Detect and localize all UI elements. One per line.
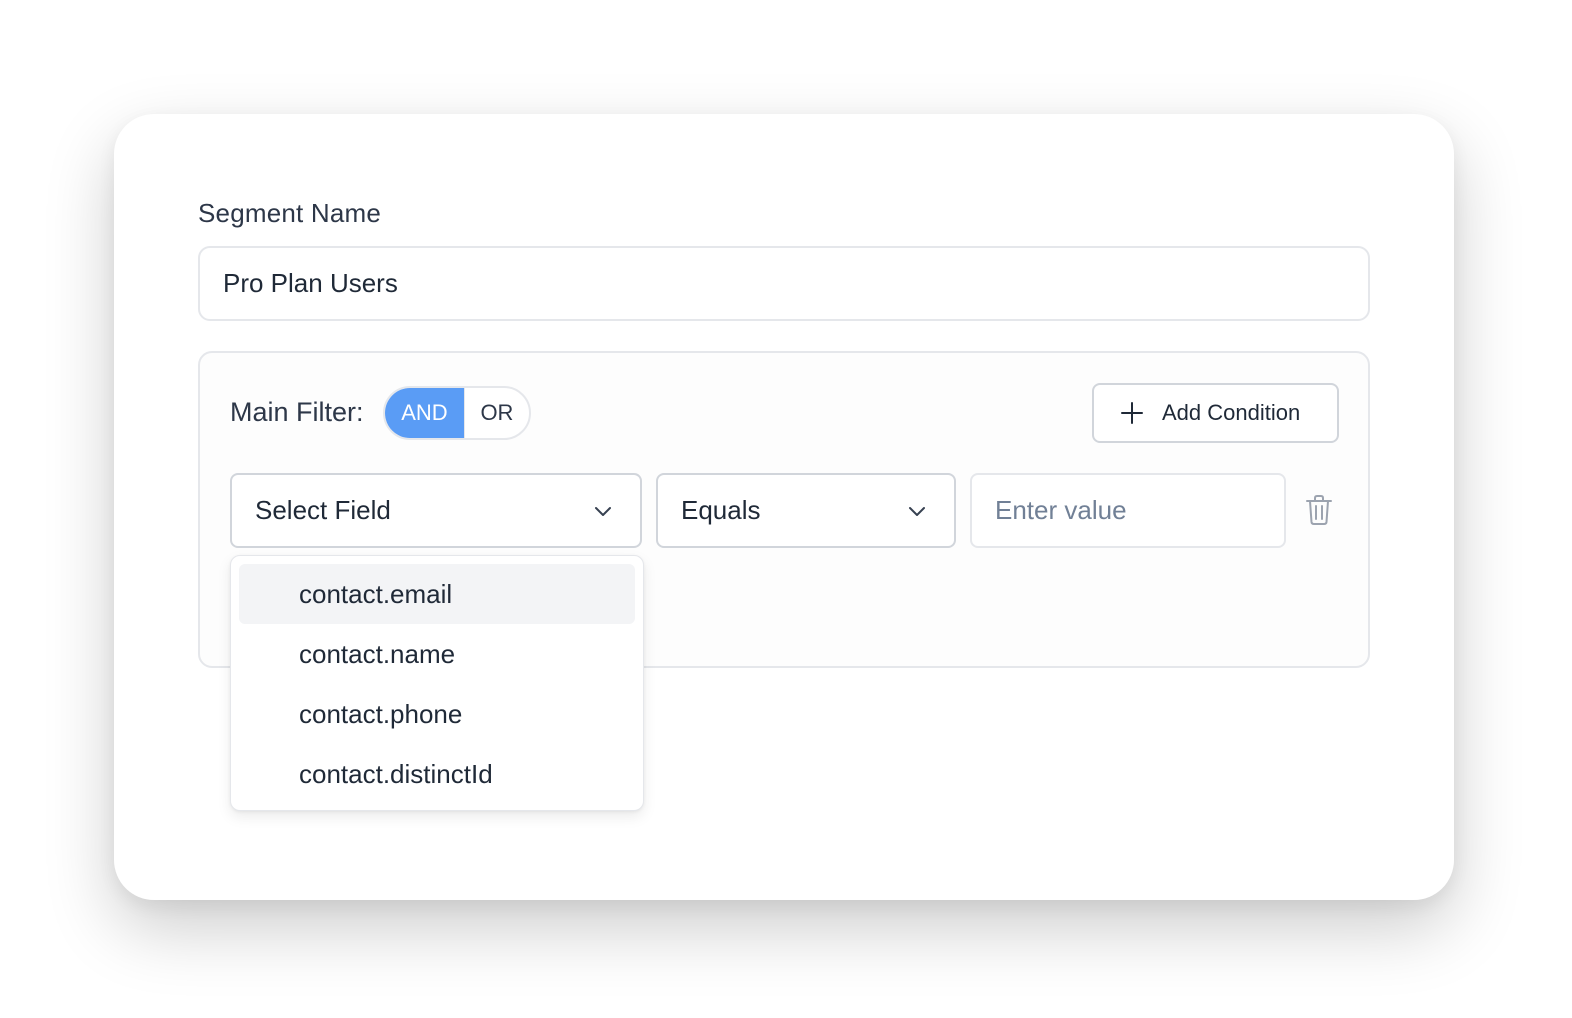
trash-icon[interactable]: [1304, 494, 1334, 526]
add-condition-button[interactable]: Add Condition: [1092, 383, 1339, 443]
main-filter-label: Main Filter:: [230, 397, 364, 427]
and-or-toggle: AND OR: [383, 386, 531, 440]
dropdown-item-contact-phone[interactable]: contact.phone: [239, 684, 635, 744]
dropdown-item-contact-name[interactable]: contact.name: [239, 624, 635, 684]
chevron-down-icon: [595, 506, 611, 516]
segment-editor-card: Segment Name Pro Plan Users Main Filter:…: [114, 114, 1454, 900]
segment-name-label: Segment Name: [198, 198, 382, 228]
chevron-down-icon: [909, 506, 925, 516]
field-select-value: Select Field: [255, 495, 391, 525]
field-dropdown-menu: contact.email contact.name contact.phone…: [230, 555, 644, 811]
operator-select-value: Equals: [681, 495, 761, 525]
toggle-or-option[interactable]: OR: [463, 388, 529, 438]
value-input[interactable]: Enter value: [970, 473, 1286, 548]
field-select[interactable]: Select Field: [230, 473, 642, 548]
operator-select[interactable]: Equals: [656, 473, 956, 548]
toggle-and-option[interactable]: AND: [385, 388, 464, 438]
dropdown-item-contact-distinctid[interactable]: contact.distinctId: [239, 744, 635, 804]
segment-name-input[interactable]: Pro Plan Users: [198, 246, 1370, 321]
add-condition-label: Add Condition: [1162, 400, 1301, 425]
plus-icon: [1121, 402, 1143, 424]
dropdown-item-contact-email[interactable]: contact.email: [239, 564, 635, 624]
